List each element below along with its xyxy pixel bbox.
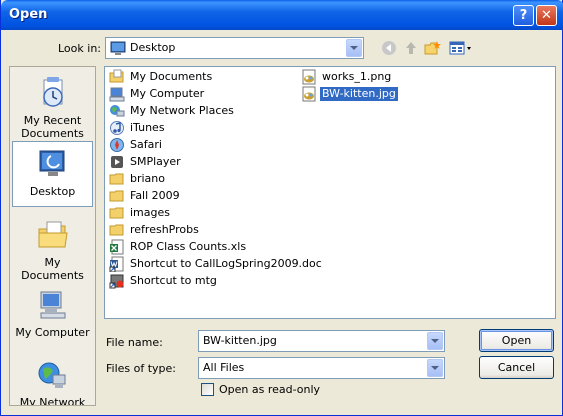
excel-icon <box>110 239 124 255</box>
file-name: SMPlayer <box>130 155 181 168</box>
views-menu-button[interactable] <box>448 38 474 58</box>
new-folder-icon <box>424 41 441 55</box>
window-title: Open <box>9 7 48 22</box>
close-icon: ✕ <box>541 8 552 23</box>
file-item-refreshprobs[interactable]: refreshProbs <box>109 222 201 238</box>
place-label: My Computer <box>15 326 90 339</box>
chevron-down-icon <box>431 339 439 343</box>
smplayer-icon <box>111 156 123 168</box>
itunes-icon <box>110 121 124 135</box>
file-name: images <box>130 206 170 219</box>
place-recent-documents[interactable]: My Recent Documents <box>12 71 93 140</box>
open-button-label: Open <box>501 334 532 347</box>
computer-icon <box>109 87 125 102</box>
file-item-briano[interactable]: briano <box>109 171 167 187</box>
file-name: My Network Places <box>130 104 234 117</box>
shortcut-icon <box>109 274 124 289</box>
close-button[interactable]: ✕ <box>536 5 557 26</box>
file-name-combobox[interactable]: BW-kitten.jpg <box>198 330 445 352</box>
file-item-my-network-places[interactable]: My Network Places <box>109 103 236 119</box>
file-name-value: BW-kitten.jpg <box>203 334 277 347</box>
chevron-down-icon <box>431 366 439 370</box>
file-name: Fall 2009 <box>130 189 180 202</box>
recent-documents-icon <box>42 77 63 107</box>
file-type-arrow[interactable] <box>427 359 443 377</box>
place-label: Desktop <box>29 185 76 198</box>
place-my-computer[interactable]: My Computer <box>12 283 93 347</box>
back-button[interactable] <box>379 38 399 58</box>
folder-icon <box>109 207 124 219</box>
file-name: iTunes <box>130 121 165 134</box>
file-name: ROP Class Counts.xls <box>130 240 247 253</box>
folder-docs-icon <box>109 69 124 83</box>
file-name: Safari <box>130 138 162 151</box>
place-desktop[interactable]: Desktop <box>12 141 93 207</box>
my-computer-icon <box>40 291 65 319</box>
up-one-level-button[interactable] <box>401 38 421 58</box>
place-my-documents[interactable]: My Documents <box>12 213 93 282</box>
file-item-itunes[interactable]: iTunes <box>109 120 167 136</box>
file-item-my-documents[interactable]: My Documents <box>109 69 214 85</box>
place-label: My Recent Documents <box>21 114 84 140</box>
place-my-network[interactable]: My Network <box>12 353 93 406</box>
cancel-button[interactable]: Cancel <box>479 356 554 379</box>
file-list[interactable]: My Documents My Computer My Network Plac… <box>104 66 556 319</box>
help-button[interactable]: ? <box>513 5 534 26</box>
open-button[interactable]: Open <box>479 329 554 352</box>
file-name-label: File name: <box>106 336 163 349</box>
new-folder-button[interactable] <box>423 38 443 58</box>
file-name: works_1.png <box>322 70 392 83</box>
file-item-fall-2009[interactable]: Fall 2009 <box>109 188 182 204</box>
file-item-calllog-shortcut[interactable]: Shortcut to CallLogSpring2009.doc <box>109 256 324 272</box>
look-in-dropdown[interactable]: Desktop <box>105 37 364 59</box>
file-item-smplayer[interactable]: SMPlayer <box>109 154 183 170</box>
place-label: My Network <box>19 396 86 406</box>
file-type-value: All Files <box>203 361 245 374</box>
file-type-dropdown[interactable]: All Files <box>198 357 445 379</box>
my-network-icon <box>38 362 65 388</box>
file-item-works-1[interactable]: works_1.png <box>301 69 393 85</box>
back-arrow-icon <box>382 41 396 55</box>
word-icon <box>109 256 124 272</box>
place-label: My Documents <box>21 256 84 282</box>
look-in-label: Look in: <box>58 42 101 55</box>
file-item-rop-class-counts[interactable]: ROP Class Counts.xls <box>109 239 248 255</box>
places-bar: My Recent Documents Desktop My Documents <box>9 66 96 406</box>
look-in-value: Desktop <box>130 41 176 54</box>
my-documents-icon <box>38 221 68 248</box>
read-only-label[interactable]: Open as read-only <box>219 383 320 396</box>
image-icon <box>302 69 316 85</box>
file-item-bw-kitten[interactable]: BW-kitten.jpg <box>301 86 398 102</box>
open-dialog: Open ? ✕ Look in: Desktop My Recent Docu… <box>0 0 563 416</box>
file-name: My Computer <box>130 87 205 100</box>
file-name: Shortcut to CallLogSpring2009.doc <box>130 257 322 270</box>
read-only-checkbox[interactable] <box>201 383 214 396</box>
look-in-arrow[interactable] <box>346 39 362 57</box>
folder-icon <box>109 190 124 202</box>
chevron-down-icon <box>350 46 358 50</box>
image-icon <box>302 86 316 102</box>
title-bar[interactable]: Open ? ✕ <box>1 0 563 30</box>
folder-icon <box>109 224 124 236</box>
help-icon: ? <box>519 8 528 23</box>
file-item-mtg-shortcut[interactable]: Shortcut to mtg <box>109 273 219 289</box>
cancel-button-label: Cancel <box>497 361 536 374</box>
file-name: BW-kitten.jpg <box>320 87 398 101</box>
file-item-safari[interactable]: Safari <box>109 137 164 153</box>
file-name-arrow[interactable] <box>427 332 443 350</box>
folder-icon <box>109 173 124 185</box>
file-name: Shortcut to mtg <box>130 274 217 287</box>
desktop-icon <box>39 150 64 176</box>
safari-icon <box>110 138 124 152</box>
file-type-label: Files of type: <box>106 362 177 375</box>
file-item-images[interactable]: images <box>109 205 172 221</box>
file-item-my-computer[interactable]: My Computer <box>109 86 206 102</box>
network-icon <box>110 105 125 117</box>
views-icon <box>449 41 471 55</box>
up-folder-icon <box>406 42 416 54</box>
file-name: My Documents <box>130 70 213 83</box>
file-name: refreshProbs <box>130 223 199 236</box>
file-name: briano <box>130 172 166 185</box>
desktop-small-icon <box>110 41 126 55</box>
